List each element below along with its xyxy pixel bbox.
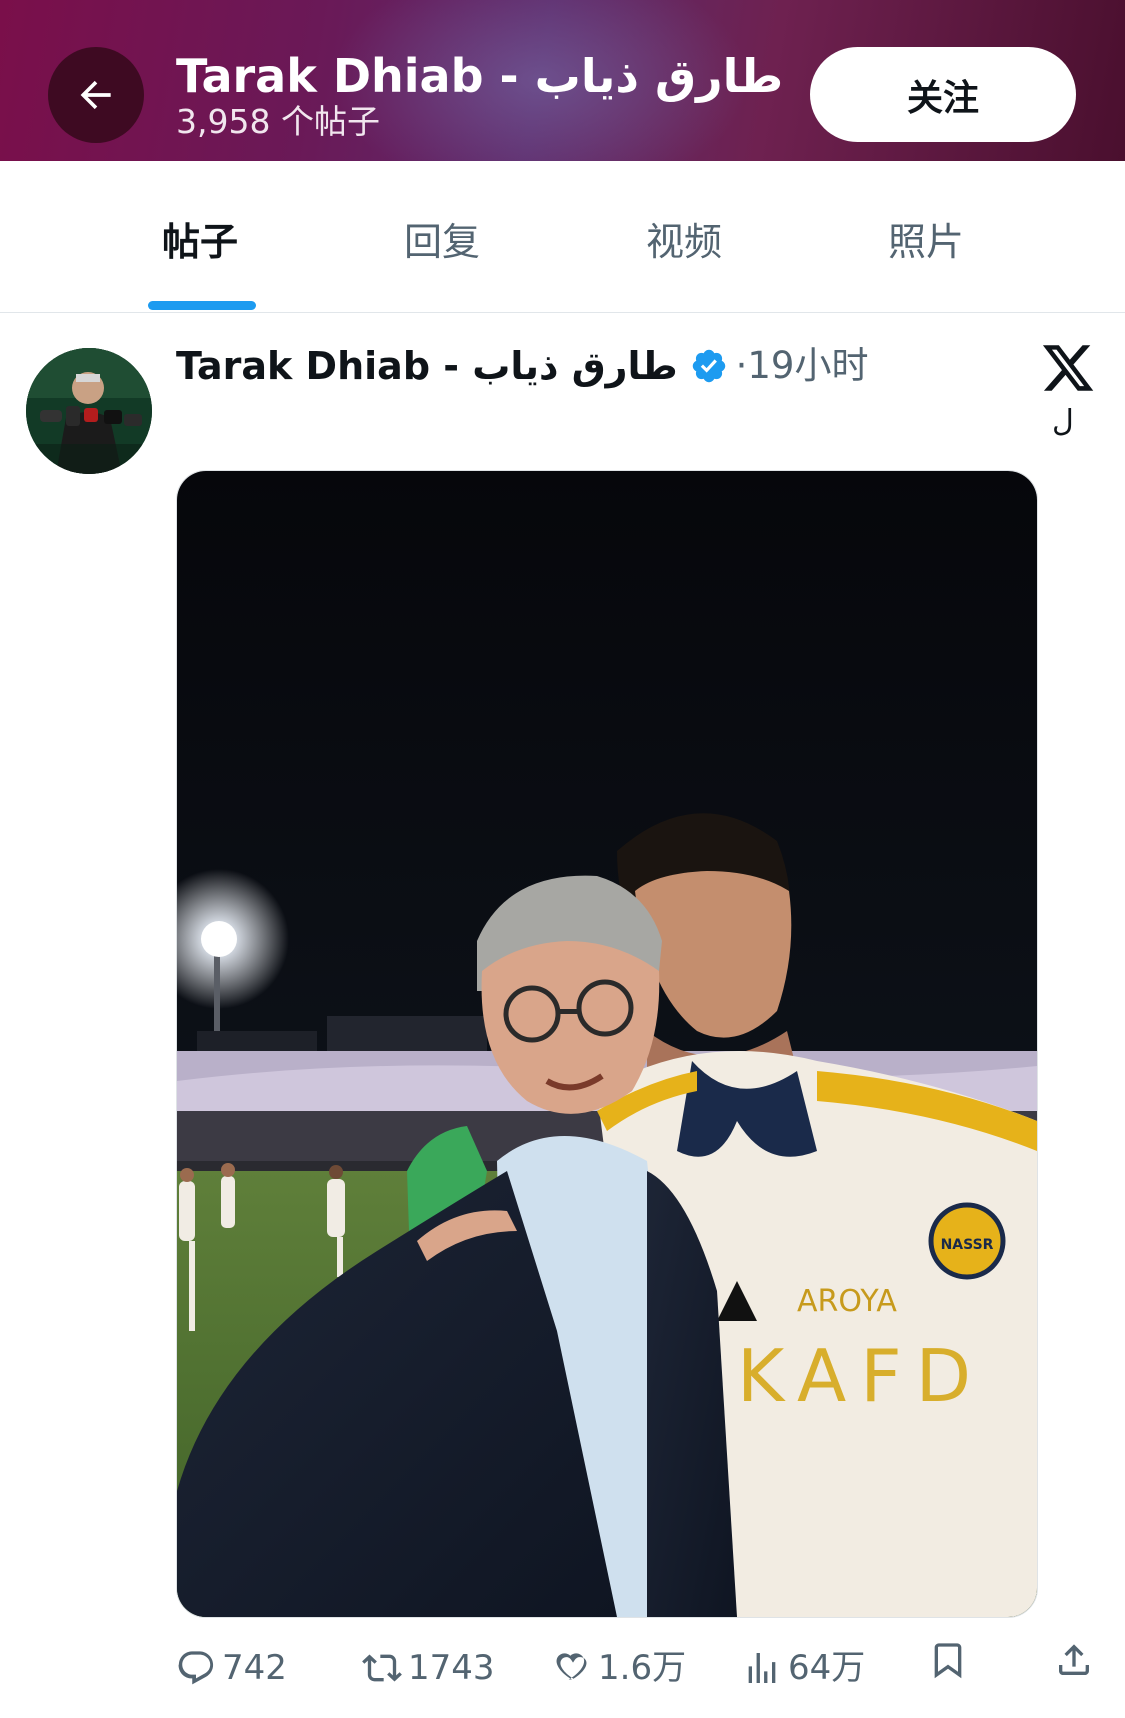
post-actions: 742 1743 1.6万 64万 (0, 1640, 1125, 1700)
share-button[interactable] (1054, 1640, 1100, 1680)
tab-photos[interactable]: 照片 (826, 217, 1026, 267)
tab-replies[interactable]: 回复 (342, 217, 542, 267)
active-tab-indicator (148, 301, 256, 310)
tab-videos[interactable]: 视频 (584, 217, 784, 267)
avatar[interactable] (26, 348, 152, 474)
repost-button[interactable]: 1743 (362, 1640, 495, 1696)
x-logo-icon (1042, 345, 1094, 391)
more-indicator: ل (1052, 404, 1074, 439)
repost-count: 1743 (408, 1648, 495, 1688)
post-photo[interactable]: NASSR AROYA KAFD (176, 470, 1038, 1618)
reply-icon (178, 1651, 214, 1685)
back-button[interactable] (48, 47, 144, 143)
share-icon (1059, 1644, 1089, 1675)
reply-count: 742 (222, 1648, 287, 1688)
profile-tabs: 帖子 回复 视频 照片 (0, 161, 1125, 313)
views-icon (748, 1653, 776, 1683)
views-button[interactable]: 64万 (742, 1640, 865, 1696)
verified-icon (692, 349, 725, 383)
views-count: 64万 (788, 1648, 866, 1688)
jersey-kit-text: KAFD (737, 1334, 985, 1418)
like-icon (556, 1653, 587, 1680)
post-count: 3,958 个帖子 (176, 102, 380, 141)
bookmark-button[interactable] (928, 1640, 974, 1680)
profile-title: Tarak Dhiab - طارق ذياب (176, 49, 784, 103)
bookmark-icon (934, 1643, 962, 1679)
back-arrow-icon (80, 80, 111, 110)
jersey-sponsor: AROYA (797, 1284, 897, 1319)
like-button[interactable]: 1.6万 (552, 1640, 686, 1696)
reply-button[interactable]: 742 (176, 1640, 287, 1696)
follow-button[interactable]: 关注 (810, 47, 1076, 142)
post-author-name[interactable]: Tarak Dhiab - طارق ذياب (176, 340, 678, 392)
profile-header: Tarak Dhiab - طارق ذياب 3,958 个帖子 关注 (0, 0, 1125, 161)
tab-posts[interactable]: 帖子 (100, 217, 300, 267)
repost-icon (362, 1654, 402, 1682)
post-header: Tarak Dhiab - طارق ذياب ·19小时 (176, 340, 868, 392)
like-count: 1.6万 (598, 1648, 687, 1688)
post-timestamp: ·19小时 (735, 344, 869, 387)
badge-text: NASSR (941, 1237, 994, 1253)
